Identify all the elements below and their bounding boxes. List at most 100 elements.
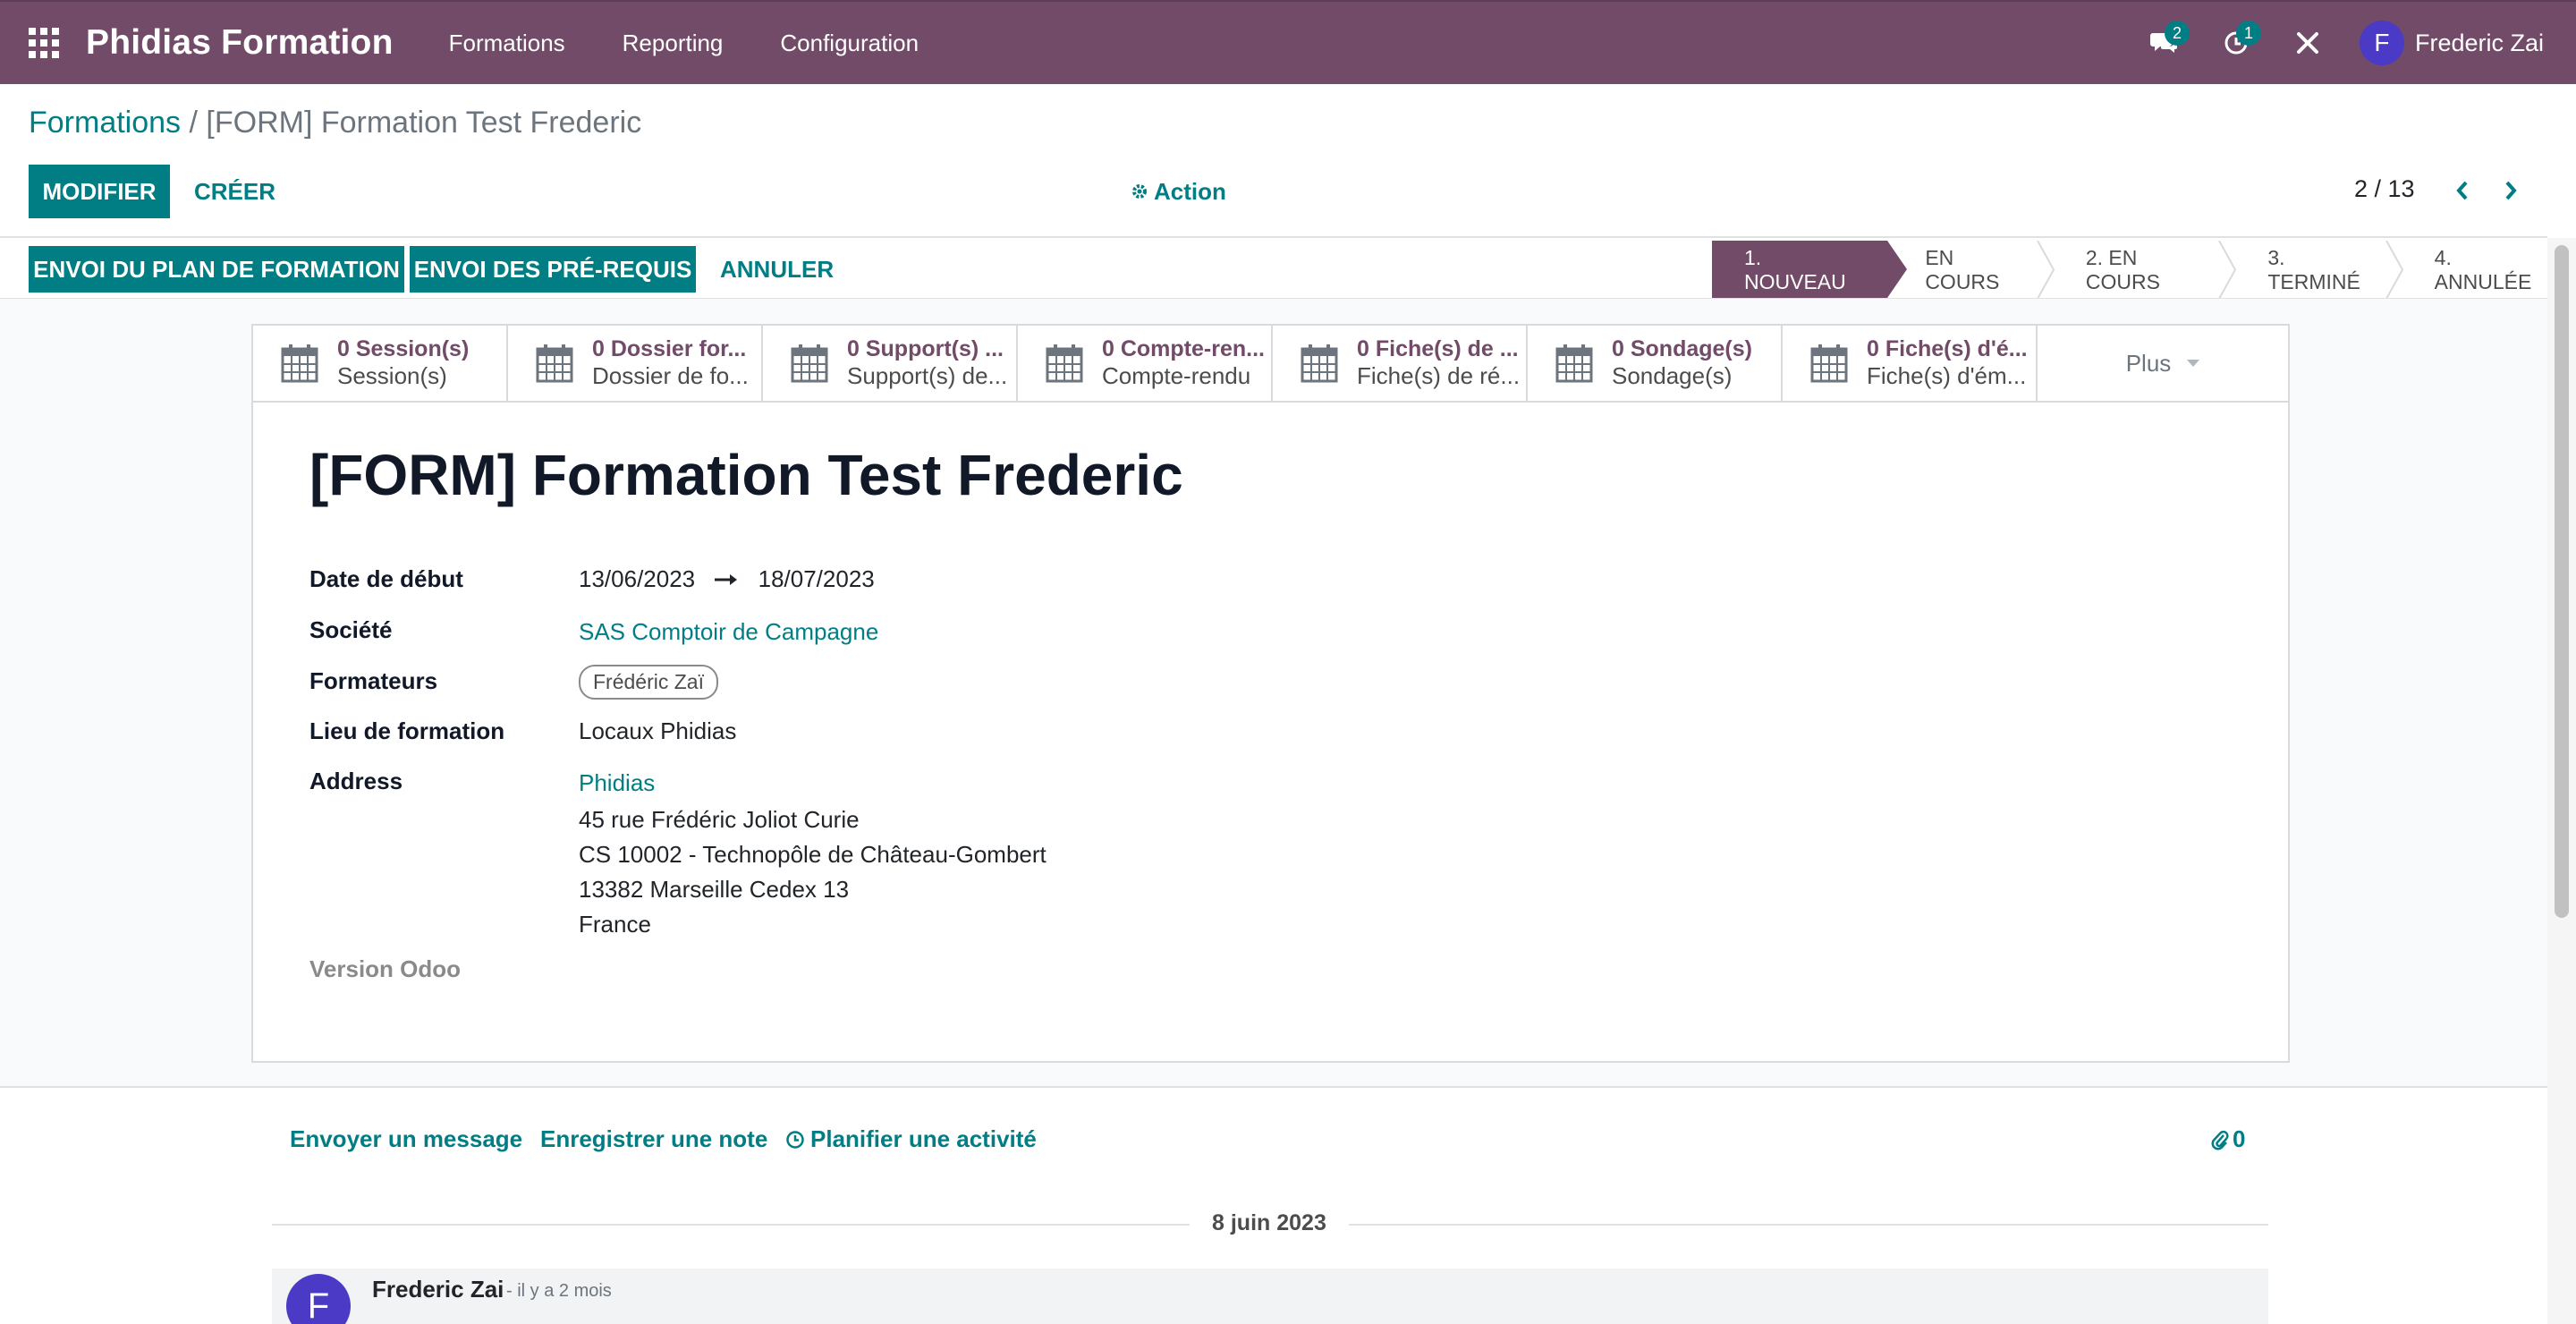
smart-button-label: Sondage(s) <box>1612 362 1733 389</box>
calendar-icon <box>1555 344 1593 383</box>
date-range[interactable]: 13/06/2023 18/07/2023 <box>579 565 875 593</box>
smart-button-value: 0 Sondage(s) <box>1612 336 1752 361</box>
breadcrumb-parent[interactable]: Formations <box>29 106 181 140</box>
main-menu: Formations Reporting Configuration <box>420 30 947 57</box>
stage-done-label: 3. TERMINÉ <box>2267 245 2360 293</box>
record-title[interactable]: [FORM] Formation Test Frederic <box>309 442 1183 508</box>
arrow-right-icon <box>715 574 738 585</box>
smart-button-dossier[interactable]: 0 Dossier for... Dossier de fo... <box>508 326 763 401</box>
smart-button-value: 0 Fiche(s) d'é... <box>1867 336 2028 361</box>
smart-button-label: Fiche(s) de ré... <box>1357 362 1521 389</box>
smart-button-value: 0 Compte-ren... <box>1102 336 1265 361</box>
smart-button-value: 0 Support(s) ... <box>847 336 1004 361</box>
message-author[interactable]: Frederic Zai <box>372 1276 504 1303</box>
paperclip-icon <box>2211 1130 2229 1150</box>
attachments-count: 0 <box>2233 1125 2246 1152</box>
send-prereq-button[interactable]: ENVOI DES PRÉ-REQUIS <box>410 246 696 293</box>
chevron-right-icon <box>2505 181 2517 200</box>
messages-count-badge: 2 <box>2164 21 2190 46</box>
systray: 2 1 F Frederic Zai <box>2129 2 2576 84</box>
avatar[interactable]: F <box>286 1274 351 1324</box>
clock-icon <box>786 1130 804 1149</box>
stage-in-progress[interactable]: EN COURS <box>1887 241 2055 299</box>
calendar-icon <box>1301 344 1338 383</box>
company-link[interactable]: SAS Comptoir de Campagne <box>579 618 878 646</box>
calendar-icon <box>536 344 573 383</box>
stage-new[interactable]: 1. NOUVEAU <box>1712 241 1908 299</box>
action-label: Action <box>1154 177 1226 205</box>
address-line: France <box>579 911 651 938</box>
scrollbar[interactable] <box>2547 238 2576 1324</box>
send-plan-button[interactable]: ENVOI DU PLAN DE FORMATION <box>29 246 404 293</box>
smart-button-box: 0 Session(s) Session(s) 0 Dossier for... D… <box>253 326 2288 403</box>
calendar-icon <box>281 344 318 383</box>
menu-configuration[interactable]: Configuration <box>751 30 947 57</box>
date-start: 13/06/2023 <box>579 565 696 592</box>
form-sheet: 0 Session(s) Session(s) 0 Dossier for... D… <box>251 324 2290 1063</box>
avatar: F <box>2359 21 2404 65</box>
smart-button-label: Session(s) <box>337 362 447 389</box>
smart-button-sondages[interactable]: 0 Sondage(s) Sondage(s) <box>1528 326 1783 401</box>
date-end: 18/07/2023 <box>758 565 875 592</box>
debug-tools-button[interactable] <box>2272 1 2343 85</box>
schedule-activity-button[interactable]: Planifier une activité <box>785 1125 1037 1153</box>
cancel-button[interactable]: ANNULER <box>720 246 834 293</box>
log-note-button[interactable]: Enregistrer une note <box>540 1125 767 1153</box>
address-line: 45 rue Frédéric Joliot Curie <box>579 806 860 833</box>
action-menu[interactable]: Action <box>1131 165 1226 218</box>
smart-buttons-more[interactable]: Plus <box>2038 326 2288 401</box>
tools-icon <box>2296 32 2318 54</box>
pager-previous-button[interactable] <box>2449 175 2476 206</box>
attachments-button[interactable]: 0 <box>2211 1125 2245 1153</box>
menu-formations[interactable]: Formations <box>420 30 594 57</box>
smart-button-label: Compte-rendu <box>1102 362 1251 389</box>
breadcrumb-current: [FORM] Formation Test Frederic <box>206 106 642 140</box>
smart-button-label: Support(s) de... <box>847 362 1008 389</box>
calendar-icon <box>1046 344 1083 383</box>
stage-in-progress-label: EN COURS <box>1925 245 2000 293</box>
address-partner-link[interactable]: Phidias <box>579 769 655 797</box>
location-label: Lieu de formation <box>309 717 505 744</box>
smart-button-value: 0 Fiche(s) de ... <box>1357 336 1519 361</box>
smart-button-fiche-emargement[interactable]: 0 Fiche(s) d'é... Fiche(s) d'ém... <box>1783 326 2038 401</box>
smart-button-value: 0 Session(s) <box>337 336 470 361</box>
apps-menu-icon[interactable] <box>29 28 59 58</box>
scrollbar-thumb[interactable] <box>2555 245 2569 918</box>
address-label: Address <box>309 768 403 794</box>
top-navbar: Phidias Formation Formations Reporting C… <box>0 0 2576 84</box>
pager-next-button[interactable] <box>2497 175 2524 206</box>
smart-button-fiche-reponse[interactable]: 0 Fiche(s) de ... Fiche(s) de ré... <box>1273 326 1528 401</box>
date-separator: 8 juin 2023 <box>1212 1210 1326 1235</box>
trainer-tag[interactable]: Frédéric Zaï <box>579 665 718 700</box>
user-name: Frederic Zai <box>2414 29 2544 56</box>
app-brand[interactable]: Phidias Formation <box>86 23 394 63</box>
schedule-activity-label: Planifier une activité <box>810 1125 1037 1152</box>
activities-button[interactable]: 1 <box>2200 1 2272 85</box>
caret-down-icon <box>2187 360 2200 367</box>
messaging-button[interactable]: 2 <box>2129 1 2200 85</box>
calendar-icon <box>1810 344 1848 383</box>
smart-button-support[interactable]: 0 Support(s) ... Support(s) de... <box>763 326 1018 401</box>
address-line: 13382 Marseille Cedex 13 <box>579 876 850 903</box>
message-time: - il y a 2 mois <box>506 1281 612 1301</box>
smart-button-label: Fiche(s) d'ém... <box>1867 362 2027 389</box>
edit-button[interactable]: MODIFIER <box>29 165 170 218</box>
stage-in-progress-2[interactable]: 2. EN COURS <box>2054 241 2237 299</box>
send-message-button[interactable]: Envoyer un message <box>290 1125 522 1153</box>
create-button[interactable]: CRÉER <box>194 165 275 218</box>
location-value: Locaux Phidias <box>579 717 737 744</box>
date-label: Date de début <box>309 565 463 592</box>
menu-reporting[interactable]: Reporting <box>594 30 752 57</box>
pager-value[interactable]: 2 / 13 <box>2354 175 2415 203</box>
breadcrumb-separator: / <box>181 106 207 140</box>
date-separator-line <box>1349 1224 2268 1226</box>
activities-count-badge: 1 <box>2235 21 2261 46</box>
company-label: Société <box>309 616 393 643</box>
stage-done[interactable]: 3. TERMINÉ <box>2235 241 2403 299</box>
smart-button-compte-rendu[interactable]: 0 Compte-ren... Compte-rendu <box>1018 326 1273 401</box>
statusbar: 1. NOUVEAU EN COURS 2. EN COURS 3. TERMI… <box>1712 241 2576 299</box>
chatter-separator <box>0 1086 2547 1088</box>
header-separator <box>0 236 2547 238</box>
user-menu[interactable]: F Frederic Zai <box>2359 21 2544 65</box>
smart-button-sessions[interactable]: 0 Session(s) Session(s) <box>253 326 508 401</box>
